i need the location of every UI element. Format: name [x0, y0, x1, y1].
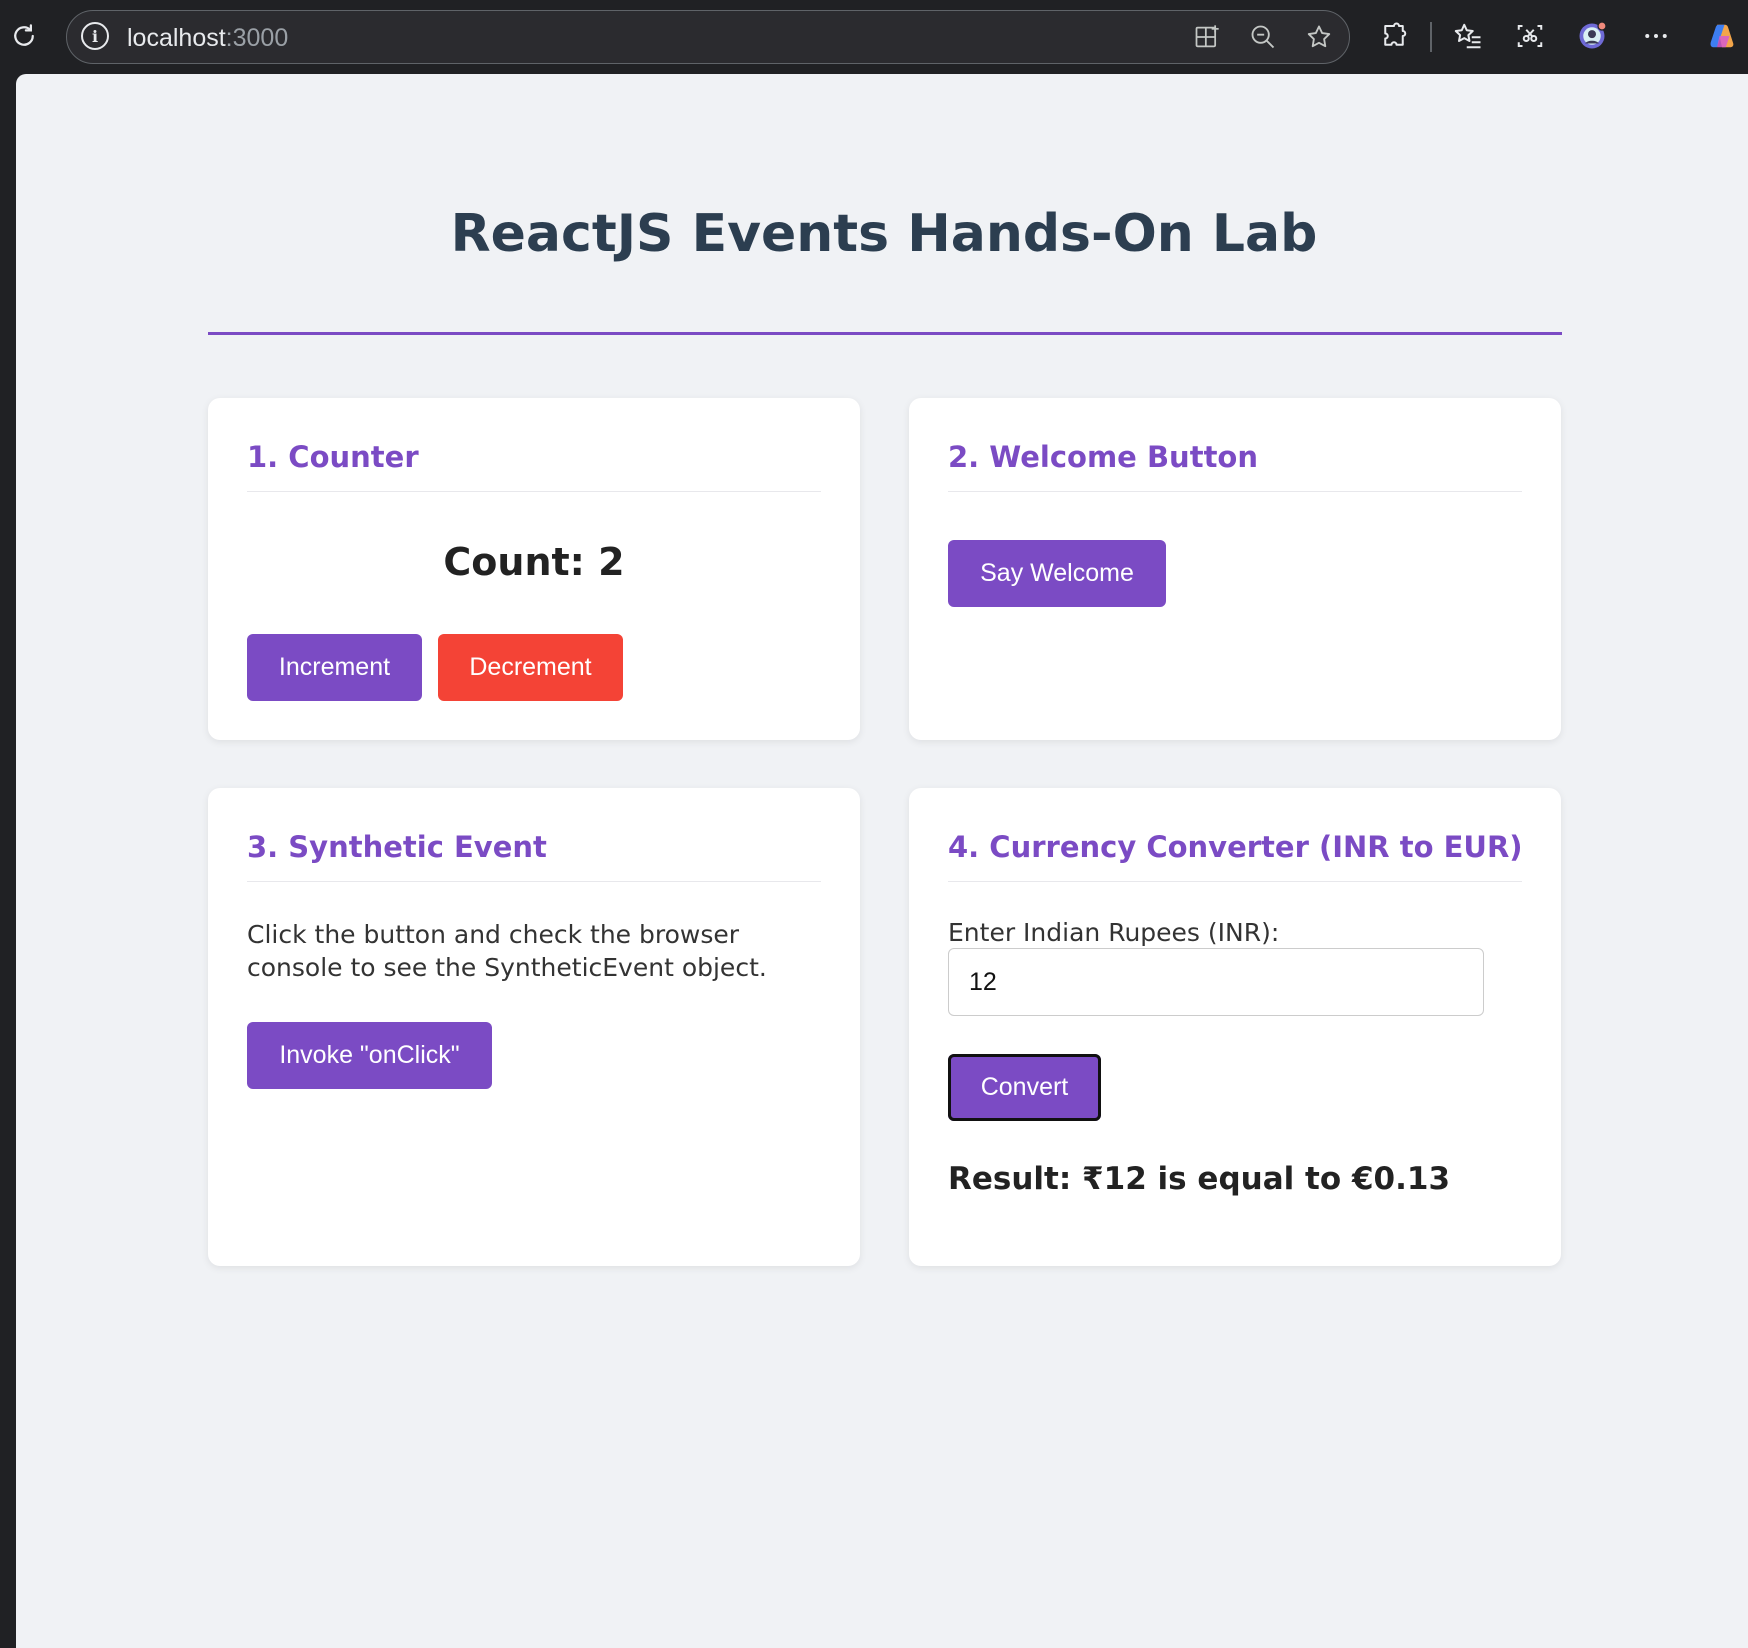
- favorite-star-icon[interactable]: [1297, 15, 1341, 59]
- info-icon[interactable]: i: [81, 22, 109, 50]
- url-text[interactable]: localhost:3000: [127, 24, 288, 53]
- welcome-card: 2. Welcome Button Say Welcome: [909, 398, 1561, 740]
- welcome-heading: 2. Welcome Button: [948, 440, 1258, 474]
- browser-toolbar: i localhost:3000: [0, 0, 1748, 74]
- currency-heading: 4. Currency Converter (INR to EUR): [948, 830, 1523, 864]
- conversion-result: Result: ₹12 is equal to €0.13: [948, 1161, 1451, 1197]
- synthetic-heading: 3. Synthetic Event: [247, 830, 547, 864]
- synthetic-event-card: 3. Synthetic Event Click the button and …: [208, 788, 860, 1266]
- card-divider: [948, 491, 1522, 492]
- say-welcome-button[interactable]: Say Welcome: [948, 540, 1166, 607]
- profile-avatar[interactable]: [1570, 14, 1614, 58]
- inr-amount-input[interactable]: [948, 948, 1484, 1016]
- zoom-out-icon[interactable]: [1241, 15, 1285, 59]
- favorites-list-icon[interactable]: [1446, 14, 1490, 58]
- invoke-onclick-button[interactable]: Invoke "onClick": [247, 1022, 492, 1089]
- more-menu-icon[interactable]: [1634, 14, 1678, 58]
- counter-heading: 1. Counter: [247, 440, 419, 474]
- counter-card: 1. Counter Count: 2 Increment Decrement: [208, 398, 860, 740]
- decrement-button[interactable]: Decrement: [438, 634, 623, 701]
- synthetic-description: Click the button and check the browser c…: [247, 920, 767, 982]
- inr-input-label: Enter Indian Rupees (INR):: [948, 918, 1280, 947]
- card-divider: [247, 881, 821, 882]
- split-screen-icon[interactable]: [1185, 15, 1229, 59]
- address-bar[interactable]: i localhost:3000: [66, 10, 1350, 64]
- extensions-icon[interactable]: [1372, 14, 1416, 58]
- card-divider: [948, 881, 1522, 882]
- screenshot-icon[interactable]: [1508, 14, 1552, 58]
- copilot-icon[interactable]: [1700, 14, 1744, 58]
- toolbar-separator: [1430, 22, 1432, 52]
- page-viewport: ReactJS Events Hands-On Lab 1. Counter C…: [16, 74, 1748, 1648]
- title-divider: [208, 332, 1562, 335]
- convert-button[interactable]: Convert: [948, 1054, 1101, 1121]
- count-display: Count: 2: [443, 540, 625, 584]
- page-title: ReactJS Events Hands-On Lab: [450, 204, 1318, 264]
- card-divider: [247, 491, 821, 492]
- currency-converter-card: 4. Currency Converter (INR to EUR) Enter…: [909, 788, 1561, 1266]
- reload-icon[interactable]: [2, 14, 46, 58]
- increment-button[interactable]: Increment: [247, 634, 422, 701]
